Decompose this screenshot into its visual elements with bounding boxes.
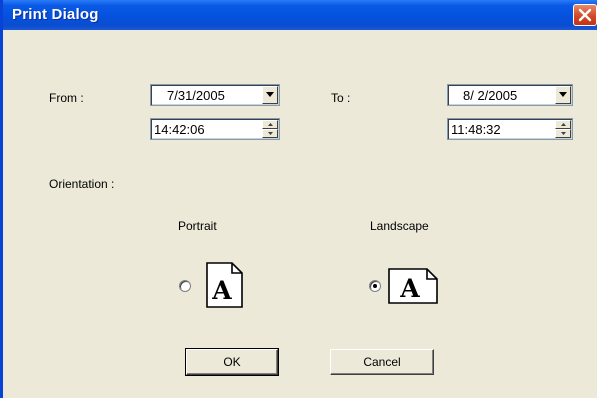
orientation-label: Orientation :	[49, 177, 115, 191]
from-label: From :	[49, 91, 84, 105]
landscape-radio[interactable]	[369, 280, 381, 292]
to-date-dropdown-button[interactable]	[555, 86, 571, 104]
from-time-down-button[interactable]	[262, 129, 278, 138]
portrait-glyph: A	[211, 276, 232, 305]
chevron-down-icon	[266, 92, 274, 97]
window-title: Print Dialog	[12, 6, 99, 23]
title-bar[interactable]: Print Dialog	[3, 0, 597, 30]
to-time-up-button[interactable]	[555, 120, 571, 129]
from-date-picker[interactable]: 7/31/2005	[150, 84, 280, 106]
from-date-value: 7/31/2005	[167, 88, 225, 103]
from-time-spinner[interactable]	[262, 120, 278, 138]
landscape-page-icon[interactable]: A	[388, 268, 438, 304]
to-label: To :	[331, 91, 351, 105]
to-date-picker[interactable]: 8/ 2/2005	[447, 84, 573, 106]
close-button[interactable]	[573, 4, 597, 26]
chevron-down-icon	[559, 92, 567, 97]
from-time-up-button[interactable]	[262, 120, 278, 129]
spin-down-icon	[561, 132, 566, 135]
ok-button[interactable]: OK	[185, 348, 279, 376]
portrait-label: Portrait	[178, 219, 217, 233]
to-date-value: 8/ 2/2005	[463, 88, 518, 103]
landscape-glyph: A	[399, 274, 420, 303]
portrait-page-icon[interactable]: A	[206, 262, 243, 308]
from-time-field[interactable]: 14:42:06	[150, 118, 280, 140]
from-time-value: 14:42:06	[154, 122, 205, 137]
from-date-dropdown-button[interactable]	[262, 86, 278, 104]
print-dialog-window: Print Dialog From : 7/31/2005 14:42:06 T…	[0, 0, 597, 398]
to-time-down-button[interactable]	[555, 129, 571, 138]
close-icon	[578, 8, 592, 22]
portrait-radio[interactable]	[179, 280, 191, 292]
spin-up-icon	[561, 123, 566, 126]
to-time-spinner[interactable]	[555, 120, 571, 138]
spin-down-icon	[268, 132, 273, 135]
cancel-button[interactable]: Cancel	[330, 349, 434, 375]
radio-selected-dot	[373, 284, 377, 288]
to-time-field[interactable]: 11:48:32	[447, 118, 573, 140]
spin-up-icon	[268, 123, 273, 126]
to-time-value: 11:48:32	[451, 122, 501, 137]
landscape-label: Landscape	[370, 219, 429, 233]
